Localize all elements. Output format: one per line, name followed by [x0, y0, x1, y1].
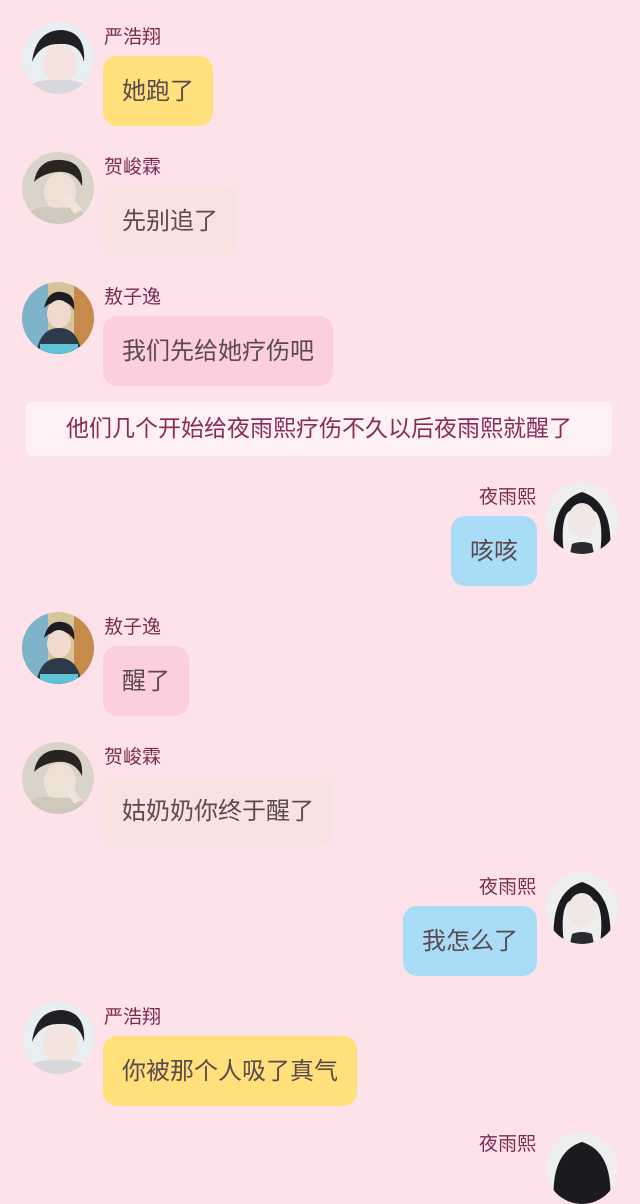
message-bubble[interactable]: 你被那个人吸了真气: [103, 1036, 357, 1106]
avatar-ao[interactable]: [22, 282, 94, 354]
avatar-he[interactable]: [22, 742, 94, 814]
avatar-yan[interactable]: [22, 1002, 94, 1074]
speaker-name: 贺峻霖: [104, 746, 162, 768]
speaker-name: 敖子逸: [104, 286, 162, 308]
message-bubble[interactable]: 咳咳: [451, 516, 537, 586]
avatar-ye[interactable]: [546, 1132, 618, 1204]
narration-text: 他们几个开始给夜雨熙疗伤不久以后夜雨熙就醒了: [26, 402, 612, 456]
avatar-he[interactable]: [22, 152, 94, 224]
message-bubble[interactable]: 她跑了: [103, 56, 213, 126]
speaker-name: 严浩翔: [104, 1006, 162, 1028]
speaker-name: 敖子逸: [104, 616, 162, 638]
speaker-name: 贺峻霖: [104, 156, 162, 178]
avatar-ye[interactable]: [546, 872, 618, 944]
message-bubble[interactable]: 醒了: [103, 646, 189, 716]
avatar-ao[interactable]: [22, 612, 94, 684]
speaker-name: 夜雨熙: [478, 486, 536, 508]
message-bubble[interactable]: 先别追了: [103, 186, 237, 256]
avatar-ye[interactable]: [546, 482, 618, 554]
avatar-yan[interactable]: [22, 22, 94, 94]
speaker-name-partial: 夜雨熙: [478, 1133, 536, 1155]
message-bubble[interactable]: 我们先给她疗伤吧: [103, 316, 333, 386]
speaker-name: 严浩翔: [104, 26, 162, 48]
message-bubble[interactable]: 我怎么了: [403, 906, 537, 976]
message-bubble[interactable]: 姑奶奶你终于醒了: [103, 776, 333, 846]
speaker-name: 夜雨熙: [478, 876, 536, 898]
